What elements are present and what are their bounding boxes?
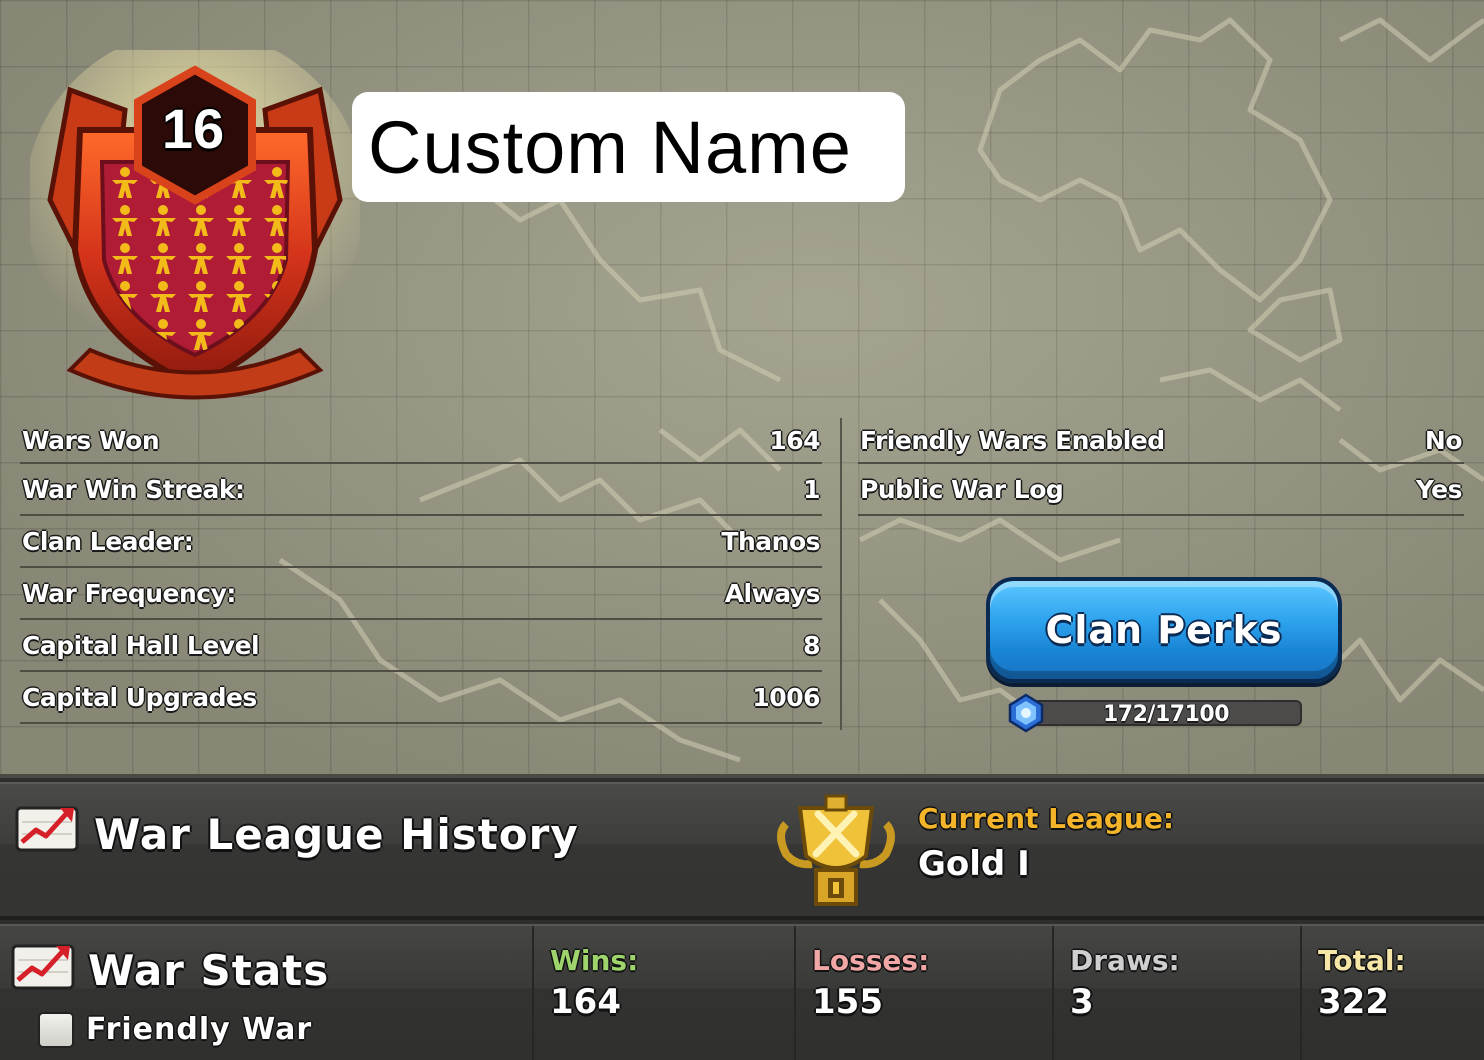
clan-xp-progress-bar: 172/17100 bbox=[1030, 700, 1302, 727]
war-stats-title: War Stats bbox=[88, 946, 330, 995]
info-value: 164 bbox=[769, 425, 820, 455]
trend-chart-icon bbox=[15, 806, 79, 852]
info-row-capital-upgrades: Capital Upgrades 1006 bbox=[20, 672, 822, 724]
info-value: 1006 bbox=[752, 682, 820, 712]
info-value: 1 bbox=[803, 474, 820, 504]
capital-gem-icon bbox=[1008, 693, 1044, 733]
info-label: Clan Leader: bbox=[22, 526, 194, 556]
info-label: War Win Streak: bbox=[22, 474, 245, 504]
info-label: Wars Won bbox=[22, 425, 160, 455]
clan-info-list-left: Wars Won 164 War Win Streak: 1 Clan Lead… bbox=[20, 418, 822, 724]
info-divider bbox=[840, 418, 842, 730]
info-row-war-win-streak: War Win Streak: 1 bbox=[20, 464, 822, 516]
info-row-wars-won: Wars Won 164 bbox=[20, 418, 822, 464]
friendly-war-checkbox[interactable] bbox=[38, 1012, 74, 1048]
friendly-war-label: Friendly War bbox=[86, 1012, 313, 1047]
info-value: Always bbox=[724, 578, 821, 608]
info-row-capital-hall-level: Capital Hall Level 8 bbox=[20, 620, 822, 672]
clan-info-panel: 16 Custom Name Wars Won 164 War Win Stre… bbox=[0, 0, 1484, 778]
info-row-clan-leader: Clan Leader: Thanos bbox=[20, 516, 822, 568]
current-league-value: Gold I bbox=[918, 844, 1030, 884]
stat-value: 155 bbox=[812, 982, 883, 1022]
stat-value: 3 bbox=[1070, 982, 1094, 1022]
info-row-public-war-log: Public War Log Yes bbox=[858, 464, 1464, 516]
stat-value: 322 bbox=[1318, 982, 1389, 1022]
war-league-history-section: War League History Current League: Gold … bbox=[0, 782, 1484, 920]
clan-name-box: Custom Name bbox=[352, 92, 905, 202]
stat-label: Losses: bbox=[812, 944, 930, 977]
info-value: 8 bbox=[803, 630, 820, 660]
gold-league-trophy-icon bbox=[777, 794, 895, 906]
war-stats-section: War Stats Friendly War Wins: 164 Losses:… bbox=[0, 924, 1484, 1060]
stat-losses: Losses: 155 bbox=[794, 926, 1052, 1060]
clan-info-list-right: Friendly Wars Enabled No Public War Log … bbox=[858, 418, 1464, 516]
stat-draws: Draws: 3 bbox=[1052, 926, 1300, 1060]
stat-label: Draws: bbox=[1070, 944, 1180, 977]
clan-xp-progress-text: 172/17100 bbox=[1103, 702, 1230, 727]
war-league-title: War League History bbox=[94, 810, 579, 859]
info-label: War Frequency: bbox=[22, 578, 236, 608]
stat-total: Total: 322 bbox=[1300, 926, 1484, 1060]
stat-label: Wins: bbox=[550, 944, 639, 977]
info-row-friendly-wars: Friendly Wars Enabled No bbox=[858, 418, 1464, 464]
clan-name: Custom Name bbox=[368, 105, 852, 189]
info-value: Yes bbox=[1415, 474, 1463, 504]
info-row-war-frequency: War Frequency: Always bbox=[20, 568, 822, 620]
info-label: Capital Hall Level bbox=[22, 630, 260, 660]
stat-value: 164 bbox=[550, 982, 621, 1022]
clan-perks-label: Clan Perks bbox=[1045, 608, 1283, 652]
current-league-label: Current League: bbox=[918, 802, 1175, 835]
trend-chart-icon bbox=[11, 944, 75, 990]
clan-level: 16 bbox=[161, 97, 225, 160]
info-value: No bbox=[1424, 425, 1463, 455]
info-label: Capital Upgrades bbox=[22, 682, 257, 712]
info-label: Friendly Wars Enabled bbox=[860, 425, 1165, 455]
stat-wins: Wins: 164 bbox=[532, 926, 794, 1060]
info-label: Public War Log bbox=[860, 474, 1064, 504]
clan-perks-button[interactable]: Clan Perks bbox=[986, 577, 1342, 683]
stat-label: Total: bbox=[1318, 944, 1406, 977]
info-value: Thanos bbox=[721, 526, 820, 556]
